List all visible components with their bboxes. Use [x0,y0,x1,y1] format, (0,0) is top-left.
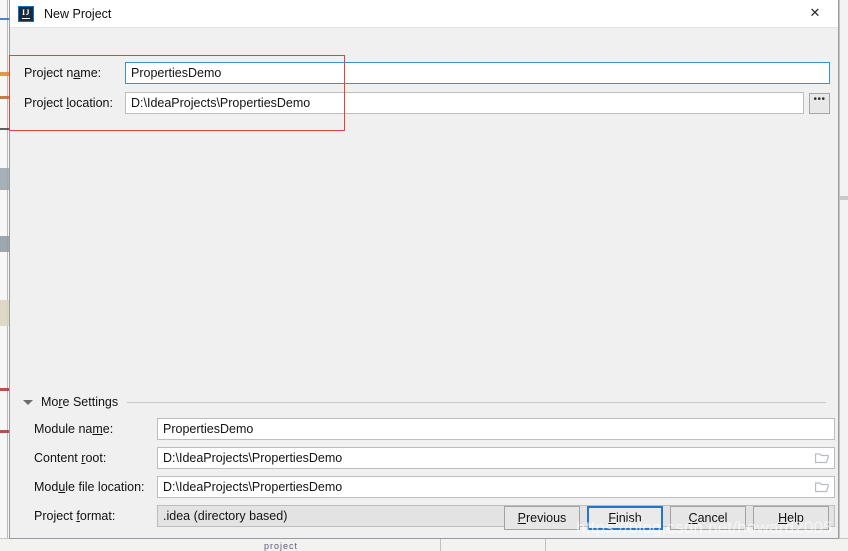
cancel-button[interactable]: Cancel [670,506,746,530]
backdrop-streak [0,128,9,130]
finish-button[interactable]: Finish [587,506,663,530]
module-name-input[interactable]: PropertiesDemo [157,418,835,440]
backdrop-streak [0,96,9,99]
backdrop-status-segment [440,539,546,551]
app-icon-text: IJ [21,7,31,19]
module-name-row: Module name: PropertiesDemo [10,418,838,440]
content-root-value: D:\IdeaProjects\PropertiesDemo [163,451,343,465]
more-settings-toggle[interactable]: More Settings [23,393,826,411]
intellij-idea-icon: IJ [18,5,34,22]
dialog-content: Project name: PropertiesDemo Project loc… [9,28,838,538]
dialog-button-bar: Previous Finish Cancel Help [10,498,838,538]
backdrop-left-rule [7,0,8,551]
content-root-input[interactable]: D:\IdeaProjects\PropertiesDemo [157,447,835,469]
backdrop-streak [0,236,9,252]
backdrop-right-bar [840,196,848,200]
project-name-row: Project name: PropertiesDemo [10,62,838,84]
backdrop-status-bar: project [0,538,848,551]
dialog-title: New Project [44,6,112,21]
backdrop-streak [0,300,9,326]
project-location-label: Project location: [24,96,113,110]
project-name-input[interactable]: PropertiesDemo [125,62,830,84]
new-project-dialog: IJ New Project ✕ Project name: Propertie… [9,0,839,539]
dialog-titlebar: IJ New Project ✕ [10,0,838,28]
module-file-location-row: Module file location: D:\IdeaProjects\Pr… [10,476,838,498]
ellipsis-icon: ••• [813,94,826,105]
backdrop-streak [0,388,9,391]
module-name-value: PropertiesDemo [163,422,254,436]
previous-button[interactable]: Previous [504,506,580,530]
project-name-value: PropertiesDemo [131,66,222,80]
chevron-down-icon [23,399,33,405]
module-file-location-label: Module file location: [34,480,145,494]
project-location-input[interactable]: D:\IdeaProjects\PropertiesDemo [125,92,804,114]
backdrop-status-segment [0,539,441,551]
module-name-label: Module name: [34,422,114,436]
backdrop-streak [0,18,9,20]
backdrop-streak [0,430,9,433]
backdrop-streak [0,72,9,76]
project-location-row: Project location: D:\IdeaProjects\Proper… [10,92,838,114]
more-settings-divider [127,401,826,403]
project-location-value: D:\IdeaProjects\PropertiesDemo [131,96,311,110]
help-button[interactable]: Help [753,506,829,530]
close-icon[interactable]: ✕ [792,0,838,26]
more-settings-label: More Settings [41,395,119,409]
module-file-location-value: D:\IdeaProjects\PropertiesDemo [163,480,343,494]
backdrop-streak [0,168,9,190]
folder-icon[interactable] [815,482,829,493]
project-name-label: Project name: [24,66,102,80]
folder-icon[interactable] [815,453,829,464]
module-file-location-input[interactable]: D:\IdeaProjects\PropertiesDemo [157,476,835,498]
backdrop-right-panel [839,0,848,539]
content-root-row: Content root: D:\IdeaProjects\Properties… [10,447,838,469]
content-root-label: Content root: [34,451,107,465]
browse-project-location-button[interactable]: ••• [809,92,830,114]
backdrop-status-text: project [264,541,299,551]
